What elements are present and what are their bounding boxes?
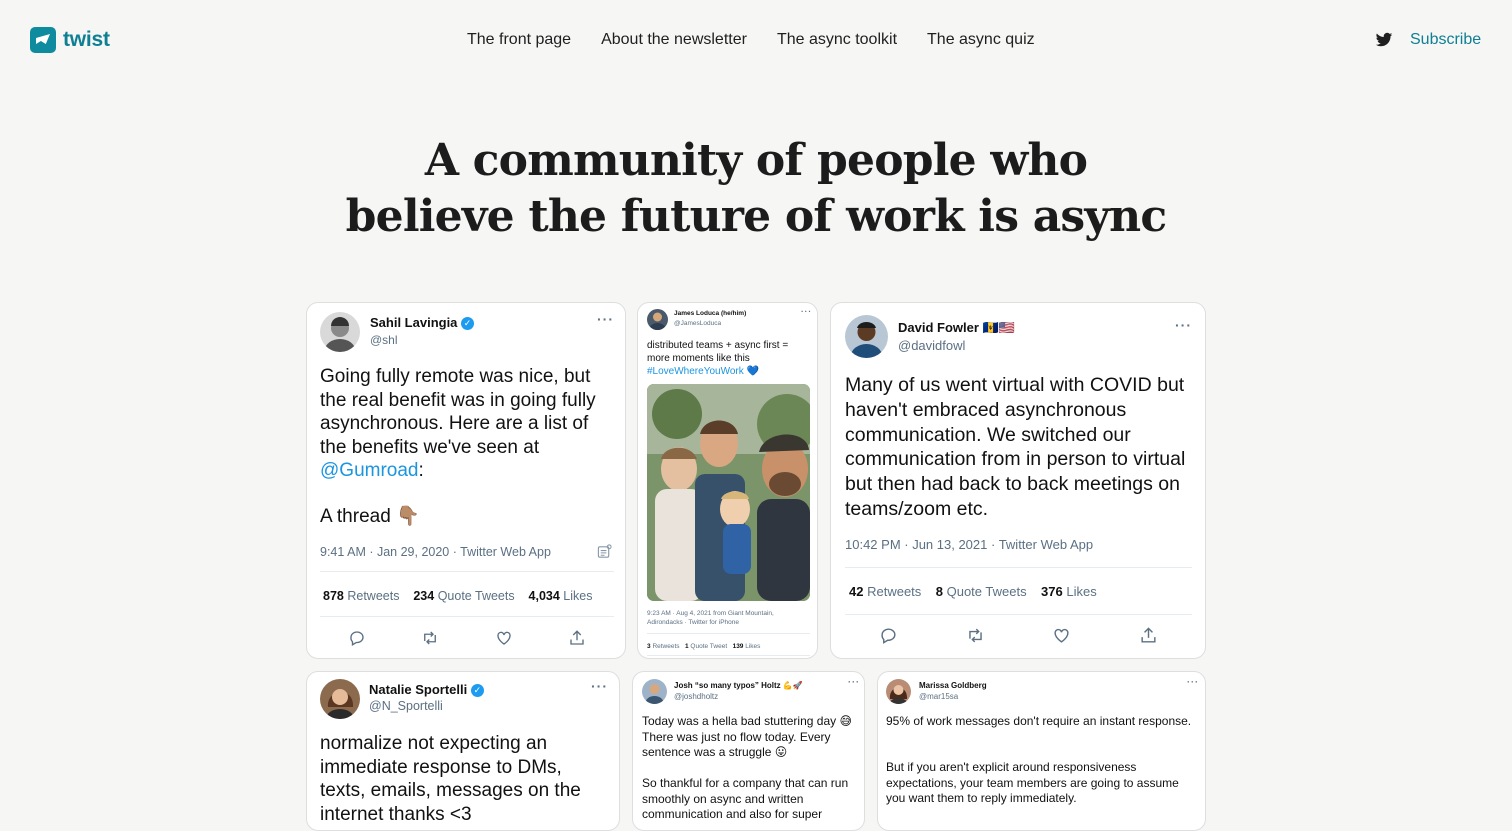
divider <box>320 571 614 572</box>
tweet-text: normalize not expecting an immediate res… <box>320 733 581 825</box>
retweet-icon[interactable] <box>421 629 439 647</box>
divider <box>845 614 1192 615</box>
tweet-card-natalie[interactable]: Natalie Sportelli ✓ @N_Sportelli ··· nor… <box>306 671 620 831</box>
avatar <box>845 315 888 358</box>
tweet-text-2: So thankful for a company that can run s… <box>642 776 849 821</box>
avatar <box>886 679 911 704</box>
tweet-actions <box>320 629 614 647</box>
reply-icon[interactable] <box>348 629 366 647</box>
divider <box>647 655 810 656</box>
tweet-author-handle: @JamesLoduca <box>674 320 722 327</box>
tweet-author-name: Josh “so many typos” Holtz 💪🚀 <box>674 681 803 690</box>
avatar <box>642 679 667 704</box>
tweet-author-handle: @shl <box>370 333 398 347</box>
hero-line-2: believe the future of work is async <box>345 191 1167 242</box>
tweet-analytics-icon[interactable] <box>597 544 612 559</box>
hero-line-1: A community of people who <box>424 135 1088 186</box>
logo-link[interactable]: twist <box>30 27 110 53</box>
tweet-author-name: Sahil Lavingia ✓ <box>370 315 475 331</box>
tweet-text: 95% of work messages don't require an in… <box>886 714 1192 728</box>
more-options-icon[interactable]: ··· <box>597 311 614 327</box>
tweet-stats: 878 Retweets 234 Quote Tweets 4,034 Like… <box>323 589 593 603</box>
verified-badge-icon: ✓ <box>461 317 475 331</box>
nav-async-quiz[interactable]: The async quiz <box>927 31 1035 49</box>
share-icon[interactable] <box>1139 626 1158 645</box>
twist-logo-icon <box>30 27 56 53</box>
avatar <box>320 679 360 719</box>
tweet-card-sahil[interactable]: Sahil Lavingia ✓ @shl ··· Going fully re… <box>306 302 626 659</box>
more-options-icon[interactable]: ··· <box>848 677 860 687</box>
tweet-card-josh[interactable]: Josh “so many typos” Holtz 💪🚀 @joshdholt… <box>632 671 865 831</box>
tweet-author-handle: @joshdholtz <box>674 692 719 701</box>
tweet-card-david[interactable]: David Fowler 🇧🇧🇺🇸 @davidfowl ··· Many of… <box>830 302 1206 659</box>
nav-about-newsletter[interactable]: About the newsletter <box>601 31 747 49</box>
tweet-text: Many of us went virtual with COVID but h… <box>845 374 1186 520</box>
verified-badge-icon: ✓ <box>470 684 484 698</box>
more-options-icon[interactable]: ··· <box>1187 677 1199 687</box>
tweet-text: Today was a hella bad stuttering day 😅 T… <box>642 714 852 759</box>
subscribe-link[interactable]: Subscribe <box>1410 31 1481 49</box>
tweet-text-thread: A thread 👇🏽 <box>320 506 420 527</box>
tweet-author-handle: @davidfowl <box>898 338 966 353</box>
tweet-text: distributed teams + async first = more m… <box>647 340 789 377</box>
tweet-photo[interactable] <box>647 384 810 601</box>
tweet-author-handle: @N_Sportelli <box>369 699 443 713</box>
retweet-icon[interactable] <box>966 626 985 645</box>
share-icon[interactable] <box>568 629 586 647</box>
twitter-icon[interactable] <box>1375 31 1393 49</box>
main-nav: The front page About the newsletter The … <box>467 31 1065 49</box>
tweet-actions <box>845 626 1192 645</box>
avatar <box>320 312 360 352</box>
hashtag-link[interactable]: #LoveWhereYouWork 💙 <box>647 366 759 377</box>
site-header: twist The front page About the newslette… <box>0 0 1512 80</box>
tweet-timestamp[interactable]: 9:41 AM · Jan 29, 2020 · Twitter Web App <box>320 545 551 559</box>
tweet-author-name: Marissa Goldberg <box>919 681 987 690</box>
tweet-timestamp[interactable]: 10:42 PM · Jun 13, 2021 · Twitter Web Ap… <box>845 537 1093 552</box>
tweet-timestamp[interactable]: 9:23 AM · Aug 4, 2021 from Giant Mountai… <box>647 609 774 627</box>
hero-title: A community of people who believe the fu… <box>0 133 1512 245</box>
tweet-stats: 3 Retweets 1 Quote Tweet 139 Likes <box>647 643 761 650</box>
tweet-text-2: But if you aren't explicit around respon… <box>886 760 1179 805</box>
divider <box>647 633 810 634</box>
tweet-text: Going fully remote was nice, but the rea… <box>320 366 596 481</box>
mention-link[interactable]: @Gumroad <box>320 460 419 481</box>
more-options-icon[interactable]: ··· <box>591 678 608 694</box>
like-icon[interactable] <box>495 629 513 647</box>
tweet-author-name: James Loduca (he/him) <box>674 310 747 317</box>
logo-text: twist <box>63 28 110 51</box>
divider <box>845 567 1192 568</box>
more-options-icon[interactable]: ··· <box>1175 317 1192 333</box>
tweet-card-james[interactable]: James Loduca (he/him) @JamesLoduca ··· d… <box>637 302 818 659</box>
tweet-author-name: Natalie Sportelli ✓ <box>369 682 484 698</box>
tweet-author-name: David Fowler 🇧🇧🇺🇸 <box>898 320 1015 335</box>
tweet-author-handle: @mar15sa <box>919 692 959 701</box>
divider <box>320 616 614 617</box>
nav-front-page[interactable]: The front page <box>467 31 571 49</box>
more-options-icon[interactable]: ··· <box>801 307 812 316</box>
like-icon[interactable] <box>1052 626 1071 645</box>
tweet-stats: 42 Retweets 8 Quote Tweets 376 Likes <box>849 584 1097 599</box>
avatar <box>647 309 668 330</box>
tweet-card-marissa[interactable]: Marissa Goldberg @mar15sa ··· 95% of wor… <box>877 671 1206 831</box>
nav-async-toolkit[interactable]: The async toolkit <box>777 31 897 49</box>
reply-icon[interactable] <box>879 626 898 645</box>
